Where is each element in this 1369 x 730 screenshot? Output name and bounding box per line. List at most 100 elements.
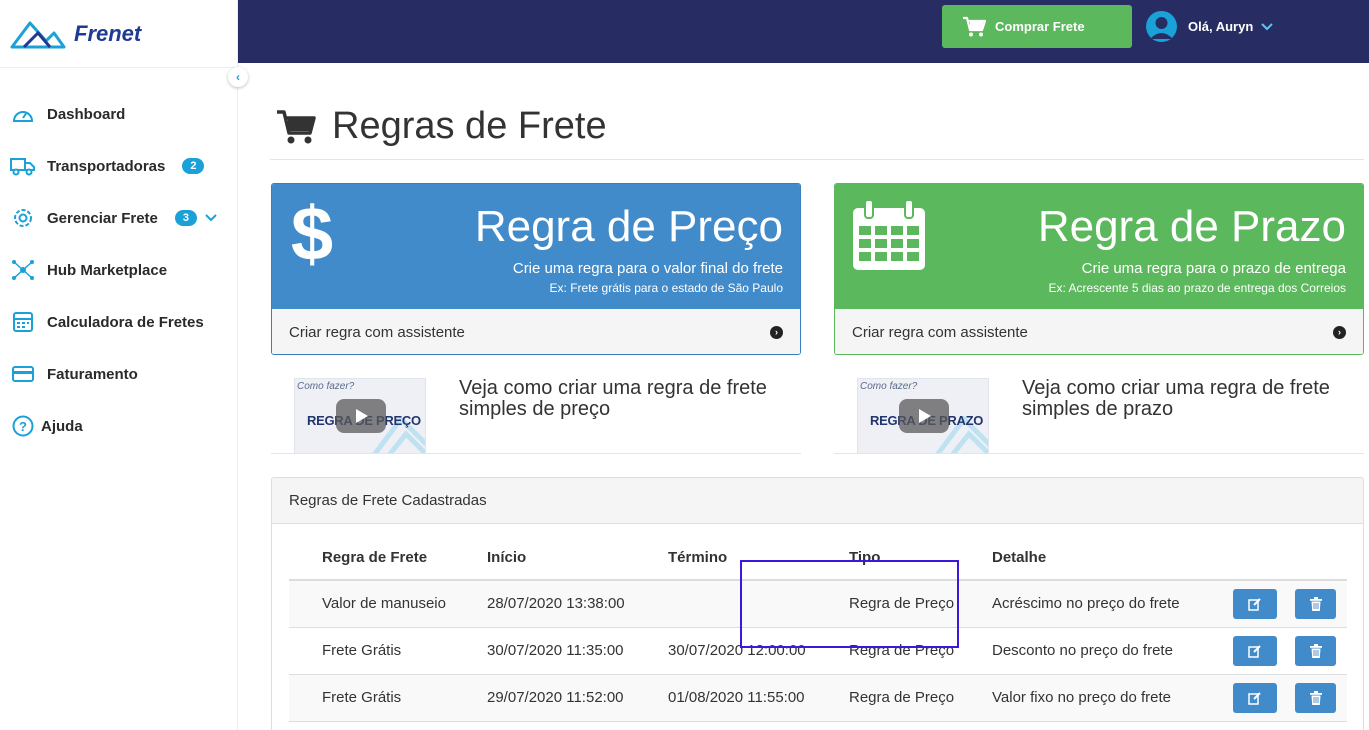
rules-table: Regra de Frete Início Término Tipo Detal… — [289, 536, 1347, 722]
edit-icon — [1248, 691, 1261, 705]
sidebar-item-calculadora[interactable]: Calculadora de Fretes — [0, 296, 237, 348]
delete-button[interactable] — [1295, 635, 1336, 666]
price-rule-example: Ex: Frete grátis para o estado de São Pa… — [549, 281, 783, 295]
edit-icon — [1248, 644, 1261, 658]
sidebar-item-label: Ajuda — [41, 417, 83, 435]
column-header: Regra de Frete — [322, 536, 487, 581]
truck-icon — [10, 153, 36, 179]
count-badge: 2 — [182, 158, 205, 174]
divider — [271, 453, 801, 454]
rule-detail: Acréscimo no preço do frete — [992, 580, 1233, 628]
credit-card-icon — [10, 361, 36, 387]
deadline-rule-example: Ex: Acrescente 5 dias ao prazo de entreg… — [1048, 281, 1346, 295]
sidebar-item-label: Hub Marketplace — [47, 261, 168, 279]
registered-rules-panel: Regras de Frete Cadastradas Regra de Fre… — [271, 477, 1364, 730]
help-icon: ? — [10, 413, 36, 439]
avatar — [1146, 11, 1177, 42]
rule-start: 29/07/2020 11:52:00 — [487, 674, 668, 722]
create-price-rule-button[interactable]: Criar regra com assistente › — [272, 309, 800, 354]
count-badge: 3 — [174, 210, 197, 226]
sidebar-item-label: Transportadoras — [47, 157, 166, 175]
user-menu[interactable]: Olá, Auryn — [1146, 11, 1273, 42]
svg-text:$: $ — [291, 198, 333, 274]
hub-icon — [10, 257, 36, 283]
price-rule-header: $ Regra de Preço Crie uma regra para o v… — [272, 184, 800, 309]
trash-icon — [1309, 596, 1322, 611]
rule-name: Frete Grátis — [322, 627, 487, 675]
sidebar-item-transportadoras[interactable]: Transportadoras 2 — [0, 140, 237, 192]
panel-title: Regras de Frete Cadastradas — [272, 478, 1363, 524]
column-header: Início — [487, 536, 668, 581]
deadline-rule-title: Regra de Prazo — [1037, 202, 1346, 251]
column-header: Término — [668, 536, 849, 581]
chevron-left-icon: ‹ — [236, 70, 240, 84]
delete-button[interactable] — [1295, 588, 1336, 619]
edit-button[interactable] — [1233, 682, 1277, 713]
rule-end: 01/08/2020 11:55:00 — [668, 674, 849, 722]
divider — [834, 453, 1364, 454]
chevron-down-icon — [1261, 20, 1273, 34]
frenet-logo-icon — [10, 21, 66, 48]
dashboard-icon — [10, 101, 36, 127]
price-rule-card[interactable]: $ Regra de Preço Crie uma regra para o v… — [271, 183, 801, 355]
rule-start: 28/07/2020 13:38:00 — [487, 580, 668, 628]
column-header: Detalhe — [992, 536, 1233, 581]
sidebar-item-faturamento[interactable]: Faturamento — [0, 348, 237, 400]
rule-name: Valor de manuseio — [322, 580, 487, 628]
sidebar-item-label: Faturamento — [47, 365, 138, 383]
table-row: Valor de manuseio 28/07/2020 13:38:00 Re… — [289, 580, 1347, 628]
logo[interactable]: Frenet — [0, 0, 237, 68]
sidebar-item-dashboard[interactable]: Dashboard — [0, 88, 237, 140]
play-icon[interactable] — [336, 399, 386, 433]
thumbnail-caption: Como fazer? — [297, 381, 355, 392]
video-thumbnail[interactable]: Como fazer? REGRA DE PRAZO — [857, 378, 989, 454]
buy-freight-label: Comprar Frete — [995, 19, 1085, 34]
play-icon[interactable] — [899, 399, 949, 433]
video-description[interactable]: Veja como criar uma regra de frete simpl… — [459, 378, 789, 454]
column-header: Tipo — [849, 536, 992, 581]
trash-icon — [1309, 690, 1322, 705]
cart-icon — [277, 109, 316, 143]
sidebar-item-label: Gerenciar Frete — [47, 209, 158, 227]
price-rule-title: Regra de Preço — [474, 202, 783, 251]
rule-detail: Desconto no preço do frete — [992, 627, 1233, 675]
rule-detail: Valor fixo no preço do frete — [992, 674, 1233, 722]
table-row: Frete Grátis 30/07/2020 11:35:00 30/07/2… — [289, 627, 1347, 675]
sidebar-item-hub-marketplace[interactable]: Hub Marketplace — [0, 244, 237, 296]
table-row: Frete Grátis 29/07/2020 11:52:00 01/08/2… — [289, 674, 1347, 722]
thumbnail-caption: Como fazer? — [860, 381, 918, 392]
deadline-rule-header: Regra de Prazo Crie uma regra para o pra… — [835, 184, 1363, 309]
dollar-icon: $ — [288, 192, 336, 279]
sidebar-item-ajuda[interactable]: ? Ajuda — [0, 400, 237, 452]
chevron-down-icon[interactable] — [205, 211, 217, 225]
create-deadline-rule-button[interactable]: Criar regra com assistente › — [835, 309, 1363, 354]
user-greeting: Olá, Auryn — [1188, 19, 1254, 34]
price-rule-video[interactable]: Como fazer? REGRA DE PREÇO Veja como cri… — [294, 378, 800, 454]
main-content: Regras de Frete $ Regra de Preço Crie um… — [238, 63, 1369, 730]
edit-button[interactable] — [1233, 588, 1277, 619]
create-rule-label: Criar regra com assistente — [289, 323, 465, 341]
table-header-row: Regra de Frete Início Término Tipo Detal… — [289, 536, 1347, 581]
video-thumbnail[interactable]: Como fazer? REGRA DE PREÇO — [294, 378, 426, 454]
calculator-icon — [10, 309, 36, 335]
rule-type: Regra de Preço — [849, 580, 992, 628]
trash-icon — [1309, 643, 1322, 658]
rule-end: 30/07/2020 12:00:00 — [668, 627, 849, 675]
svg-text:?: ? — [19, 419, 27, 434]
deadline-rule-card[interactable]: Regra de Prazo Crie uma regra para o pra… — [834, 183, 1364, 355]
divider — [270, 159, 1364, 160]
video-description[interactable]: Veja como criar uma regra de frete simpl… — [1022, 378, 1352, 454]
arrow-right-icon: › — [1333, 325, 1346, 339]
sidebar-item-gerenciar-frete[interactable]: Gerenciar Frete 3 — [0, 192, 237, 244]
deadline-rule-video[interactable]: Como fazer? REGRA DE PRAZO Veja como cri… — [857, 378, 1363, 454]
sidebar-item-label: Calculadora de Fretes — [47, 313, 204, 331]
delete-button[interactable] — [1295, 682, 1336, 713]
rule-start: 30/07/2020 11:35:00 — [487, 627, 668, 675]
rule-type: Regra de Preço — [849, 627, 992, 675]
cart-icon — [963, 16, 986, 36]
collapse-sidebar-button[interactable]: ‹ — [228, 67, 248, 87]
edit-button[interactable] — [1233, 635, 1277, 666]
create-rule-label: Criar regra com assistente — [852, 323, 1028, 341]
buy-freight-button[interactable]: Comprar Frete — [942, 5, 1132, 48]
brand-name: Frenet — [74, 20, 142, 46]
